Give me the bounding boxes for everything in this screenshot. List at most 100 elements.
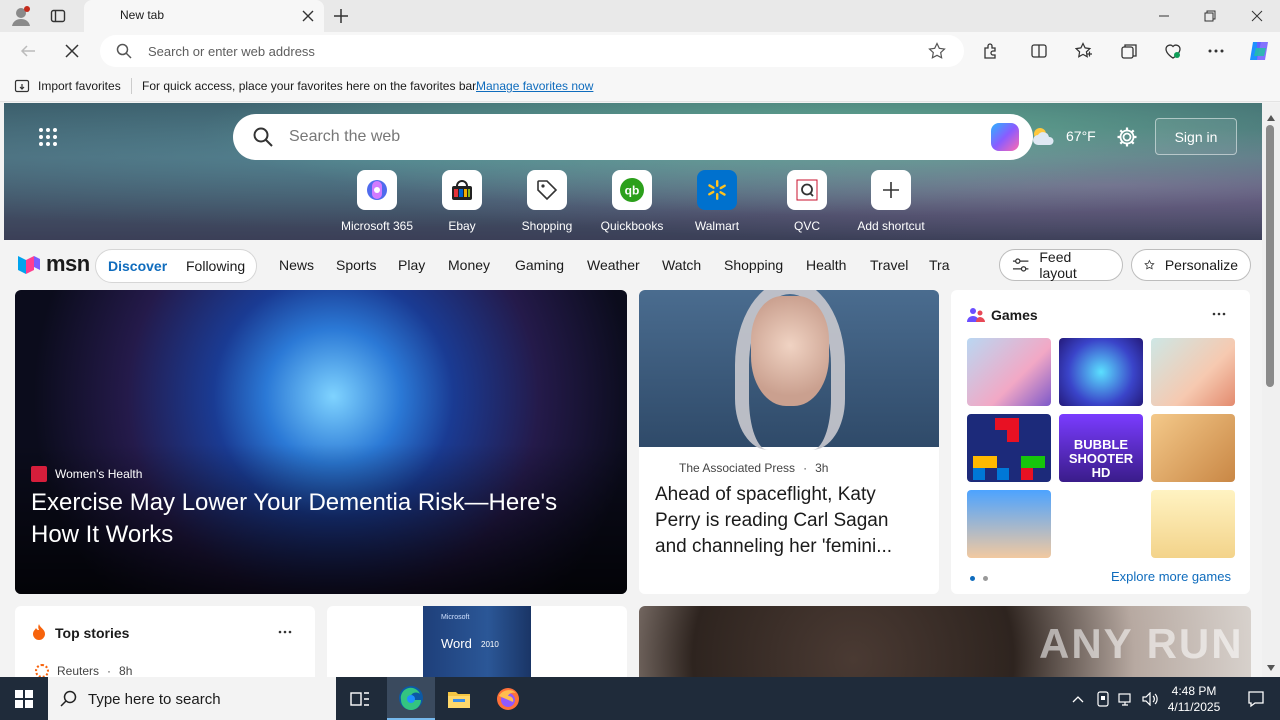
- tab-following[interactable]: Following: [186, 258, 245, 274]
- shortcut-ebay[interactable]: Ebay: [422, 170, 502, 233]
- manage-favorites-link[interactable]: Manage favorites now: [476, 79, 593, 93]
- notifications-icon[interactable]: [1232, 677, 1280, 720]
- tab-actions-icon[interactable]: [50, 8, 66, 24]
- add-shortcut-button[interactable]: Add shortcut: [851, 170, 931, 233]
- news-article-card[interactable]: The Associated Press · 3h Ahead of space…: [639, 290, 939, 594]
- nav-travel[interactable]: Travel: [870, 257, 908, 273]
- taskbar-search-box[interactable]: Type here to search: [48, 677, 336, 720]
- tab-discover[interactable]: Discover: [108, 258, 167, 274]
- nav-sports[interactable]: Sports: [336, 257, 376, 273]
- web-search-box[interactable]: Search the web: [233, 114, 1033, 160]
- shortcut-walmart[interactable]: Walmart: [677, 170, 757, 233]
- weather-widget[interactable]: 67°F: [1030, 125, 1096, 150]
- show-hidden-icons-icon[interactable]: [1068, 677, 1088, 720]
- game-tile-cat[interactable]: [1151, 490, 1235, 558]
- taskbar: Type here to search 4:48 PM 4/11/2025: [0, 677, 1280, 720]
- game-tile-hospital[interactable]: [1151, 338, 1235, 406]
- shortcut-label: Walmart: [694, 219, 740, 233]
- personalize-button[interactable]: Personalize: [1131, 249, 1251, 281]
- carousel-dot-active[interactable]: [970, 576, 975, 581]
- msn-logo[interactable]: msn: [16, 251, 90, 277]
- anyrun-watermark: ANY RUN: [1039, 620, 1244, 667]
- collections-icon[interactable]: [1119, 41, 1139, 61]
- top-stories-card: Top stories Reuters · 8h: [15, 606, 315, 677]
- nav-play[interactable]: Play: [398, 257, 425, 273]
- import-favorites-button[interactable]: Import favorites: [38, 79, 121, 93]
- file-explorer-icon[interactable]: [435, 677, 483, 720]
- nav-gaming[interactable]: Gaming: [515, 257, 564, 273]
- shortcut-shopping[interactable]: Shopping: [507, 170, 587, 233]
- close-tab-icon[interactable]: [300, 8, 316, 24]
- more-options-icon[interactable]: [277, 624, 293, 645]
- word-promo-card[interactable]: Microsoft Word 2010: [327, 606, 627, 677]
- shortcut-microsoft-365[interactable]: Microsoft 365: [337, 170, 417, 233]
- quickbooks-icon: qb: [612, 170, 652, 210]
- close-window-icon[interactable]: [1234, 0, 1280, 32]
- page-scrollbar[interactable]: [1262, 103, 1280, 677]
- stop-loading-icon[interactable]: [62, 41, 82, 61]
- bubble-shooter-title: BUBBLE SHOOTER HD: [1068, 437, 1134, 480]
- featured-article-card[interactable]: Women's Health Exercise May Lower Your D…: [15, 290, 627, 594]
- minimize-icon[interactable]: [1141, 0, 1187, 32]
- volume-icon[interactable]: [1140, 677, 1162, 720]
- game-tile-match3[interactable]: [1059, 338, 1143, 406]
- sign-in-button[interactable]: Sign in: [1155, 118, 1237, 155]
- game-tile-bubble-shooter[interactable]: BUBBLE SHOOTER HD: [1059, 414, 1143, 482]
- app-launcher-icon[interactable]: [38, 127, 58, 152]
- scrollbar-thumb[interactable]: [1266, 125, 1274, 387]
- gear-icon[interactable]: [1116, 126, 1138, 153]
- nav-money[interactable]: Money: [448, 257, 490, 273]
- shortcut-label: Quickbooks: [600, 219, 664, 233]
- split-screen-icon[interactable]: [1029, 41, 1049, 61]
- plus-icon: [871, 170, 911, 210]
- nav-traffic[interactable]: Tra: [929, 257, 951, 273]
- nav-health[interactable]: Health: [806, 257, 846, 273]
- personalize-label: Personalize: [1164, 257, 1238, 273]
- tab-new-tab[interactable]: New tab: [84, 0, 324, 32]
- restore-icon[interactable]: [1187, 0, 1233, 32]
- browser-essentials-icon[interactable]: [1163, 41, 1183, 61]
- task-view-icon[interactable]: [336, 677, 384, 720]
- game-tile-makeup[interactable]: [967, 338, 1051, 406]
- article-title[interactable]: Ahead of spaceflight, Katy Perry is read…: [655, 482, 925, 560]
- import-favorites-icon[interactable]: [14, 78, 30, 97]
- more-options-icon[interactable]: [1211, 306, 1227, 327]
- explore-more-games-link[interactable]: Explore more games: [1111, 569, 1231, 584]
- game-tile-restaurant[interactable]: [967, 490, 1051, 558]
- new-tab-icon[interactable]: [332, 7, 350, 25]
- partly-cloudy-icon: [1030, 125, 1056, 150]
- flame-icon: [31, 623, 47, 646]
- walmart-icon: [697, 170, 737, 210]
- back-icon[interactable]: [18, 41, 38, 61]
- system-clock[interactable]: 4:48 PM 4/11/2025: [1166, 683, 1222, 715]
- scroll-down-icon[interactable]: [1266, 659, 1276, 677]
- game-tile-blocks[interactable]: [967, 414, 1051, 482]
- nav-news[interactable]: News: [279, 257, 314, 273]
- device-icon[interactable]: [1092, 677, 1114, 720]
- shortcut-qvc[interactable]: QVC: [767, 170, 847, 233]
- article-title[interactable]: Exercise May Lower Your Dementia Risk—He…: [31, 487, 591, 551]
- shortcut-label: Add shortcut: [857, 219, 925, 233]
- windows-start-icon[interactable]: [0, 677, 48, 720]
- feed-layout-button[interactable]: Feed layout: [999, 249, 1123, 281]
- copilot-icon[interactable]: [1247, 39, 1271, 63]
- game-tile-wood-screw[interactable]: [1151, 414, 1235, 482]
- more-menu-icon[interactable]: [1206, 41, 1226, 61]
- edge-taskbar-icon[interactable]: [387, 677, 435, 720]
- article-image-card[interactable]: ANY RUN: [639, 606, 1251, 677]
- nav-shopping[interactable]: Shopping: [724, 257, 783, 273]
- network-icon[interactable]: [1115, 677, 1137, 720]
- nav-weather[interactable]: Weather: [587, 257, 640, 273]
- address-bar[interactable]: Search or enter web address: [100, 35, 964, 67]
- top-stories-title: Top stories: [55, 625, 130, 641]
- firefox-icon[interactable]: [484, 677, 532, 720]
- shortcut-quickbooks[interactable]: qb Quickbooks: [592, 170, 672, 233]
- msn-logo-text: msn: [46, 251, 90, 276]
- profile-icon[interactable]: [10, 5, 32, 27]
- nav-watch[interactable]: Watch: [662, 257, 701, 273]
- copilot-search-icon[interactable]: [991, 123, 1019, 151]
- favorite-star-icon[interactable]: [928, 42, 946, 65]
- favorites-icon[interactable]: [1074, 41, 1094, 61]
- extensions-icon[interactable]: [981, 41, 1001, 61]
- carousel-dot[interactable]: [983, 576, 988, 581]
